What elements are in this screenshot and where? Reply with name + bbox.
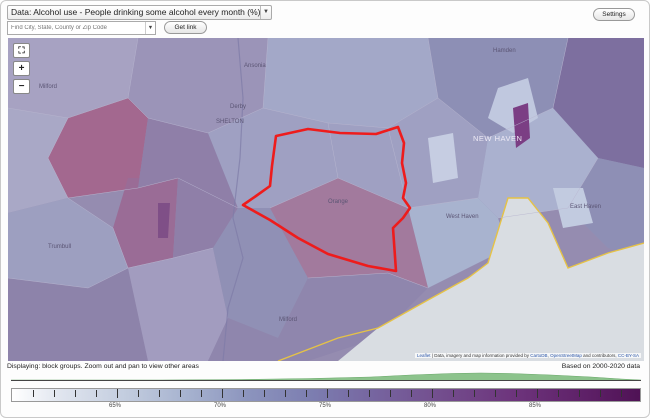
legend-tick — [327, 389, 328, 398]
chevron-down-icon[interactable]: ▼ — [260, 6, 271, 19]
place-label: NEW HAVEN — [473, 134, 523, 143]
legend-tick — [369, 390, 370, 397]
app-frame: Data: Alcohol use - People drinking some… — [0, 0, 650, 418]
fullscreen-button[interactable]: ⛶ — [13, 43, 30, 58]
legend-tick — [495, 390, 496, 397]
region — [158, 203, 170, 238]
legend-tick — [516, 390, 517, 397]
based-on-text: Based on 2000-2020 data — [561, 363, 640, 370]
legend-tick — [96, 390, 97, 397]
legend-tick — [474, 390, 475, 397]
legend-tick — [621, 390, 622, 397]
choropleth-map[interactable] — [8, 38, 644, 361]
legend-tick-label: 85% — [528, 403, 542, 409]
place-label: Ansonia — [244, 63, 266, 69]
legend-tick — [222, 389, 223, 398]
place-label: Hamden — [493, 48, 516, 54]
legend-tick — [75, 390, 76, 397]
legend-tick — [390, 390, 391, 397]
map-canvas[interactable] — [8, 38, 644, 361]
data-select[interactable]: Data: Alcohol use - People drinking some… — [7, 5, 272, 20]
place-label: Milford — [39, 84, 58, 90]
legend-tick — [54, 390, 55, 397]
get-link-button[interactable]: Get link — [164, 21, 207, 34]
color-legend — [11, 388, 641, 402]
legend-tick — [432, 389, 433, 398]
place-label: Derby — [230, 104, 247, 110]
legend-tick — [264, 390, 265, 397]
cartodb-link[interactable]: CartoDB — [530, 353, 547, 358]
legend-histogram — [11, 372, 641, 381]
legend-tick — [33, 390, 34, 397]
zoom-controls: ⛶ + − — [13, 43, 30, 97]
legend-tick — [348, 390, 349, 397]
legend-tick — [579, 390, 580, 397]
search-dropdown-icon[interactable]: ▼ — [145, 22, 155, 34]
place-label: SHELTON — [216, 119, 244, 125]
license-link[interactable]: CC-BY-SA — [618, 353, 639, 358]
leaflet-link[interactable]: Leaflet — [417, 353, 431, 358]
map-attribution: Leaflet | Data, imagery and map informat… — [415, 353, 641, 358]
legend-tick — [285, 390, 286, 397]
legend-tick — [117, 389, 118, 398]
data-select-prefix: Data: — [11, 7, 32, 17]
legend-tick — [306, 390, 307, 397]
legend-tick — [243, 390, 244, 397]
legend-tick — [180, 390, 181, 397]
legend-gradient — [12, 389, 640, 401]
legend-tick — [411, 390, 412, 397]
legend-tick — [159, 390, 160, 397]
legend-tick — [558, 390, 559, 397]
legend-tick — [453, 390, 454, 397]
legend-tick — [138, 390, 139, 397]
data-select-value: Alcohol use - People drinking some alcoh… — [33, 7, 261, 17]
legend-tick-label: 70% — [213, 403, 227, 409]
legend-tick — [600, 390, 601, 397]
search-input[interactable] — [7, 21, 156, 35]
displaying-text: Displaying: block groups. Zoom out and p… — [7, 363, 199, 370]
legend-tick-label: 65% — [108, 403, 122, 409]
place-label: West Haven — [446, 214, 479, 220]
place-label: Orange — [328, 199, 349, 205]
zoom-out-button[interactable]: − — [13, 79, 30, 94]
place-label: East Haven — [570, 204, 602, 210]
legend-tick-label: 75% — [318, 403, 332, 409]
osm-link[interactable]: OpenStreetMap — [550, 353, 582, 358]
legend-tick — [537, 389, 538, 398]
legend-tick — [201, 390, 202, 397]
place-label: Trumbull — [48, 244, 72, 250]
place-label: Milford — [279, 317, 298, 323]
legend-tick-label: 80% — [423, 403, 437, 409]
zoom-in-button[interactable]: + — [13, 61, 30, 76]
settings-button[interactable]: Settings — [593, 8, 635, 21]
region — [428, 133, 458, 183]
